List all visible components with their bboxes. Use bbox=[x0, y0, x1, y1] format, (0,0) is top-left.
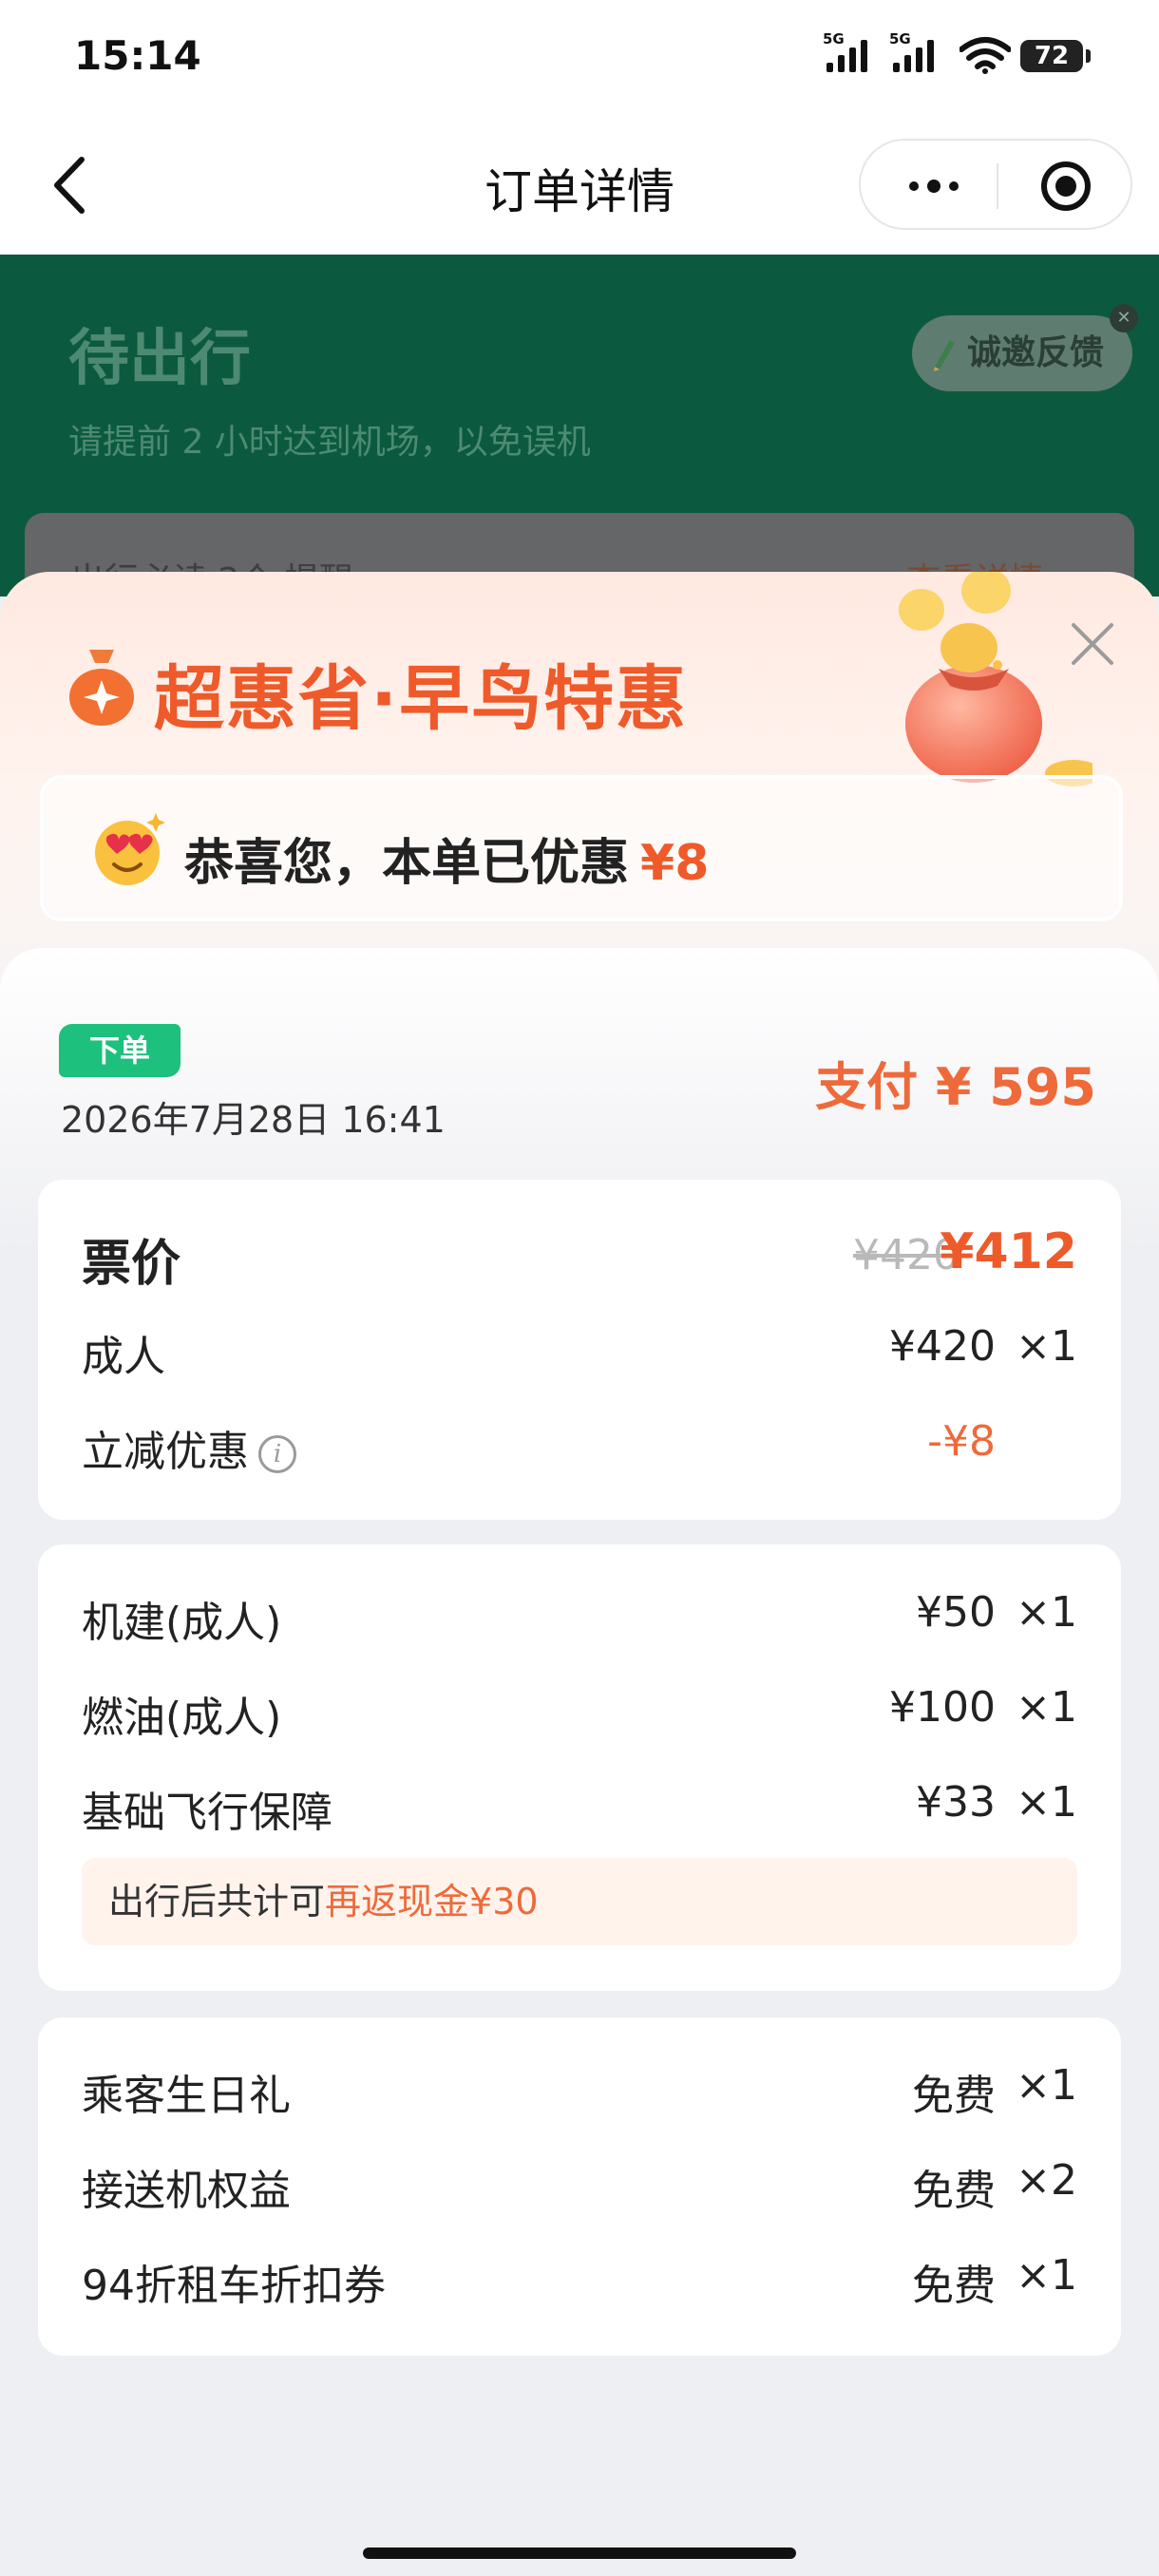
ticket-price-header: 票价 ¥420 ¥412 bbox=[82, 1223, 1077, 1293]
fee-row-qty: ×1 bbox=[1016, 1588, 1077, 1637]
order-time: 2026年7月28日 16:41 bbox=[61, 1099, 446, 1141]
benefit-row-price: 免费 bbox=[912, 2167, 996, 2215]
discount-row: 立减优惠 i -¥8 bbox=[82, 1417, 1077, 1476]
benefit-row: 接送机权益 免费 ×2 bbox=[82, 2156, 1077, 2215]
benefit-row-qty: ×1 bbox=[1016, 2061, 1077, 2110]
order-tag: 下单 bbox=[59, 1024, 180, 1077]
fee-row-label: 机建(成人) bbox=[82, 1599, 282, 1647]
capsule-divider bbox=[997, 163, 998, 209]
benefit-row-label: 接送机权益 bbox=[82, 2167, 291, 2215]
benefit-row: 94折租车折扣券 免费 ×1 bbox=[82, 2251, 1077, 2310]
info-icon[interactable]: i bbox=[258, 1435, 296, 1473]
feedback-button[interactable]: 诚邀反馈 ✕ bbox=[912, 304, 1138, 391]
fee-row: 基础飞行保障 ¥33 ×1 bbox=[82, 1778, 1077, 1837]
benefit-row-label: 乘客生日礼 bbox=[82, 2072, 291, 2120]
heart-eyes-emoji-icon bbox=[95, 813, 165, 885]
more-options-icon[interactable] bbox=[901, 167, 967, 205]
discount-label-text: 立减优惠 bbox=[82, 1428, 249, 1476]
benefit-row-qty: ×1 bbox=[1016, 2251, 1077, 2300]
savings-label: 恭喜您，本单已优惠 bbox=[184, 835, 630, 892]
fee-row-qty: ×1 bbox=[1016, 1683, 1077, 1732]
money-bag-icon bbox=[69, 650, 134, 726]
price-row: 成人 ¥420 ×1 bbox=[82, 1322, 1077, 1381]
savings-text: 恭喜您，本单已优惠 ¥8 bbox=[184, 823, 709, 894]
pencil-icon bbox=[934, 340, 955, 371]
final-price: ¥412 bbox=[940, 1223, 1077, 1280]
order-price-detail: 下单 2026年7月28日 16:41 支付 ¥ 595 票价 ¥420 ¥41… bbox=[0, 948, 1159, 2576]
benefit-row-qty: ×2 bbox=[1016, 2156, 1077, 2205]
network-type-label: 5G bbox=[823, 30, 845, 47]
fee-row-amount: ¥100 bbox=[889, 1683, 996, 1732]
feedback-dismiss-icon[interactable]: ✕ bbox=[1110, 304, 1138, 332]
miniprogram-capsule bbox=[859, 139, 1132, 230]
status-time: 15:14 bbox=[74, 32, 201, 79]
cashback-notice: 出行后共计可再返现金¥30 bbox=[82, 1858, 1077, 1945]
savings-amount: ¥8 bbox=[640, 835, 710, 892]
price-row-label: 成人 bbox=[82, 1333, 165, 1381]
lucky-bag-illustration bbox=[899, 572, 1092, 786]
savings-banner: 恭喜您，本单已优惠 ¥8 bbox=[40, 775, 1123, 921]
network-type-label-2: 5G bbox=[889, 30, 911, 47]
cellular-signal-icon-2: 5G bbox=[889, 30, 934, 72]
cellular-signal-icon: 5G bbox=[823, 30, 867, 72]
payment-total: 支付 ¥ 595 bbox=[815, 1057, 1096, 1117]
home-indicator[interactable] bbox=[363, 2548, 796, 2559]
ticket-price-card: 票价 ¥420 ¥412 成人 ¥420 ×1 立减优惠 i -¥8 bbox=[38, 1180, 1121, 1520]
status-bar: 15:14 5G 5G 72 bbox=[0, 0, 1159, 114]
close-miniprogram-icon[interactable] bbox=[1041, 161, 1091, 211]
benefit-row-price: 免费 bbox=[912, 2072, 996, 2120]
order-status-title: 待出行 bbox=[68, 324, 251, 394]
benefit-row-price: 免费 bbox=[912, 2262, 996, 2310]
fee-row-amount: ¥50 bbox=[916, 1588, 996, 1637]
nav-bar: 订单详情 bbox=[0, 114, 1159, 255]
fee-row: 机建(成人) ¥50 ×1 bbox=[82, 1588, 1077, 1647]
fee-row-amount: ¥33 bbox=[916, 1778, 996, 1827]
order-status-subtitle: 请提前 2 小时达到机场，以免误机 bbox=[68, 423, 591, 462]
feedback-label: 诚邀反馈 bbox=[967, 333, 1105, 372]
fee-row-label: 基础飞行保障 bbox=[82, 1789, 332, 1837]
cashback-highlight: 再返现金¥30 bbox=[325, 1881, 539, 1923]
ticket-price-label: 票价 bbox=[82, 1236, 181, 1293]
promo-title: 超惠省·早鸟特惠 bbox=[154, 658, 689, 740]
fee-row-qty: ×1 bbox=[1016, 1778, 1077, 1827]
fees-card: 机建(成人) ¥50 ×1 燃油(成人) ¥100 ×1 基础飞行保障 ¥33 … bbox=[38, 1544, 1121, 1991]
close-icon[interactable] bbox=[1064, 616, 1121, 672]
price-row-qty: ×1 bbox=[1016, 1322, 1077, 1371]
fee-row-label: 燃油(成人) bbox=[82, 1694, 282, 1742]
price-row-amount: ¥420 bbox=[889, 1322, 996, 1371]
benefit-row: 乘客生日礼 免费 ×1 bbox=[82, 2061, 1077, 2120]
battery-icon: 72 bbox=[1020, 40, 1091, 72]
cashback-prefix: 出行后共计可 bbox=[108, 1881, 326, 1923]
discount-label: 立减优惠 i bbox=[82, 1417, 296, 1478]
benefit-row-label: 94折租车折扣券 bbox=[82, 2262, 386, 2310]
order-status-header: 待出行 请提前 2 小时达到机场，以免误机 诚邀反馈 ✕ 出行必读 2个 提醒 … bbox=[0, 255, 1159, 617]
fee-row: 燃油(成人) ¥100 ×1 bbox=[82, 1683, 1077, 1742]
wifi-icon bbox=[960, 37, 1011, 74]
discount-amount: -¥8 bbox=[927, 1417, 996, 1466]
benefits-card: 乘客生日礼 免费 ×1 接送机权益 免费 ×2 94折租车折扣券 免费 ×1 bbox=[38, 2017, 1121, 2356]
price-detail-sheet: 超惠省·早鸟特惠 恭喜您，本单已优惠 ¥8 下单 2026年7月28日 16:41… bbox=[0, 572, 1159, 2576]
